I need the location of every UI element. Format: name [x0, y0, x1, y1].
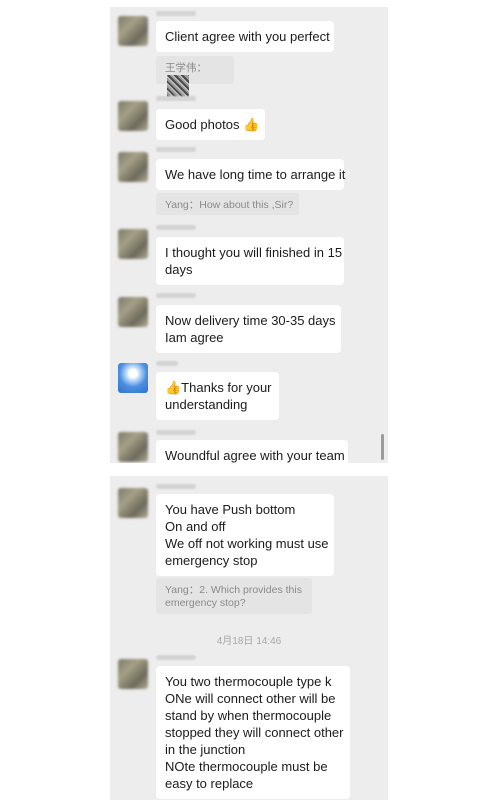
nickname-blurred [156, 430, 196, 435]
scrollbar-thumb[interactable] [381, 434, 384, 460]
message-text: Good photos 👍 [165, 117, 260, 132]
message-bubble[interactable]: I thought you will finished in 15 days [156, 237, 344, 285]
message-bubble[interactable]: We have long time to arrange it [156, 159, 346, 190]
message-text: easy to replace [165, 776, 254, 791]
message-bubble[interactable]: Good photos 👍 [156, 109, 265, 140]
quoted-image-message[interactable]: 王学伟： [156, 56, 234, 97]
contact-avatar[interactable] [118, 101, 148, 131]
nickname-blurred [156, 484, 196, 489]
nickname-blurred [156, 11, 196, 16]
quote-text: Yang：2. Which provides this [165, 584, 302, 596]
contact-avatar[interactable] [118, 432, 148, 462]
contact-avatar[interactable] [118, 16, 148, 46]
message-bubble[interactable]: You have Push bottom On and off We off n… [156, 494, 334, 576]
message-text: understanding [165, 397, 248, 412]
message-bubble[interactable]: Now delivery time 30-35 days Iam agree [156, 305, 341, 353]
quoted-reply[interactable]: Yang：2. Which provides this emergency st… [156, 578, 312, 614]
message-text: You two thermocouple type k [165, 674, 332, 689]
quoted-reply[interactable]: Yang：How about this ,Sir? [156, 193, 299, 215]
message-bubble[interactable]: Woundful agree with your team [156, 440, 348, 463]
message-text: I thought you will finished in 15 [165, 245, 343, 260]
contact-avatar[interactable] [118, 488, 148, 518]
message-text: stand by when thermocouple [165, 708, 332, 723]
message-bubble[interactable]: You two thermocouple type k ONe will con… [156, 666, 350, 799]
contact-avatar[interactable] [118, 152, 148, 182]
message-text: On and off [165, 519, 226, 534]
message-text: 👍Thanks for your [165, 380, 272, 395]
nickname-blurred [156, 655, 196, 660]
nickname-blurred [156, 225, 196, 230]
message-bubble[interactable]: Client agree with you perfect [156, 21, 334, 52]
message-text: days [165, 262, 193, 277]
message-text: We have long time to arrange it [165, 167, 346, 182]
nickname-blurred [156, 147, 196, 152]
contact-avatar[interactable] [118, 229, 148, 259]
nickname-blurred [156, 293, 196, 298]
nickname-blurred [156, 96, 196, 101]
message-text: Client agree with you perfect [165, 29, 330, 44]
timestamp: 4月18日 14:46 [216, 636, 282, 647]
message-bubble[interactable]: 👍Thanks for your understanding [156, 372, 279, 420]
quote-prefix: 王学伟： [165, 62, 207, 74]
contact-avatar[interactable] [118, 659, 148, 689]
chat-panel-bottom[interactable]: You have Push bottom On and off We off n… [110, 476, 388, 800]
nickname-blurred [156, 361, 178, 366]
message-text: Now delivery time 30-35 days [165, 313, 336, 328]
image-thumbnail[interactable] [167, 75, 189, 97]
message-text: You have Push bottom [165, 502, 296, 517]
self-avatar[interactable] [118, 363, 148, 393]
message-text: emergency stop [165, 553, 258, 568]
message-text: in the junction [165, 742, 246, 757]
contact-avatar[interactable] [118, 297, 148, 327]
message-text: Iam agree [165, 330, 224, 345]
message-text: We off not working must use [165, 536, 329, 551]
message-text: stopped they will connect other [165, 725, 344, 740]
quote-text: emergency stop? [165, 597, 246, 609]
message-text: ONe will connect other will be [165, 691, 336, 706]
message-text: NOte thermocouple must be [165, 759, 328, 774]
message-text: Woundful agree with your team [165, 448, 345, 463]
chat-panel-top[interactable]: Client agree with you perfect 王学伟： Good … [110, 7, 388, 463]
quote-text: Yang：How about this ,Sir? [165, 199, 294, 211]
